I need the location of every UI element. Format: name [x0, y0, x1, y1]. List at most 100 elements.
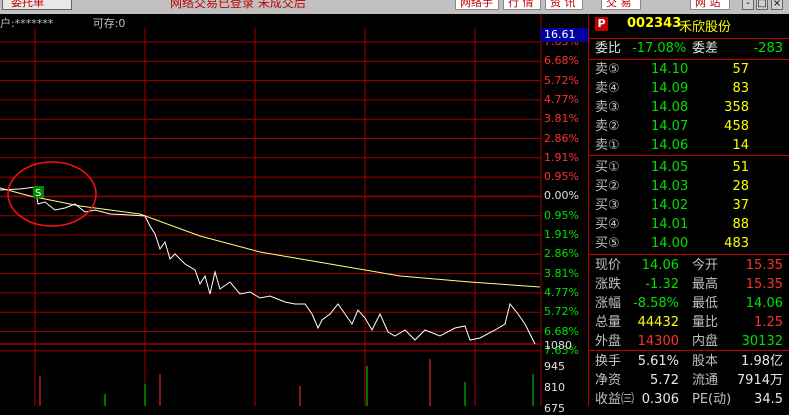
stat-label: 外盘: [595, 334, 622, 349]
percent-tick-label: 5.72%: [544, 73, 579, 87]
chart-canvas: S: [0, 14, 542, 406]
stat-label: 净资: [595, 373, 622, 388]
bid-price: 14.00: [651, 236, 689, 251]
ask-label: 卖②: [595, 119, 620, 134]
percent-tick-label: 6.68%: [544, 324, 579, 338]
account-label: 户:*******: [0, 17, 54, 30]
bid-label: 买②: [595, 179, 620, 194]
weibi-row: 委比 -17.08% 委差 -283: [589, 39, 789, 58]
stat-row: 总量 44432 量比 1.25: [589, 313, 789, 332]
bid-label: 买④: [595, 217, 620, 232]
stock-holding: 存:0: [103, 17, 126, 30]
volume-tick-label: 675: [544, 402, 565, 415]
ask-volume: 57: [732, 62, 749, 77]
stat-value: 30132: [741, 334, 783, 349]
stat-value: 14300: [637, 334, 679, 349]
stat-value: 15.35: [745, 258, 783, 273]
percent-tick-label: 4.77%: [544, 92, 579, 106]
login-status: 网络交易已登录 未成交后: [170, 0, 306, 10]
intraday-chart[interactable]: S 7.63%6.68%5.72%4.77%3.81%2.86%1.91%0.9…: [0, 14, 588, 415]
ask-price: 14.06: [651, 138, 689, 153]
divider: [589, 350, 789, 351]
stat-value: 7914万: [736, 373, 783, 388]
ask-label: 卖⑤: [595, 62, 620, 77]
bid-row: 买⑤ 14.00 483: [589, 234, 789, 253]
stat-label: 流通: [692, 373, 719, 388]
stat-label: 内盘: [692, 334, 719, 349]
stat-label: 最高: [692, 277, 719, 292]
stat-value: 14.06: [641, 258, 679, 273]
menu-network[interactable]: 网络手: [455, 0, 499, 10]
percent-tick-label: 2.86%: [544, 131, 579, 145]
stock-code[interactable]: 002343: [627, 16, 681, 31]
menu-trade[interactable]: 交 易: [601, 0, 641, 10]
divider: [589, 254, 789, 255]
bid-row: 买④ 14.01 88: [589, 215, 789, 234]
stat-label: 收益㈢: [595, 392, 635, 407]
menu-site[interactable]: 网 站: [690, 0, 730, 10]
ask-row: 卖② 14.07 458: [589, 117, 789, 136]
menu-quotes[interactable]: 行 情: [503, 0, 541, 10]
stat-row: 收益㈢ 0.306 PE(动) 34.5: [589, 390, 789, 409]
stat-label: 量比: [692, 315, 719, 330]
p-badge: P: [595, 17, 608, 31]
percent-tick-label: 4.77%: [544, 285, 579, 299]
bid-price: 14.03: [651, 179, 689, 194]
divider: [589, 155, 789, 156]
stat-value: 14.06: [745, 296, 783, 311]
bid-volume: 483: [724, 236, 749, 251]
stat-row: 现价 14.06 今开 15.35: [589, 256, 789, 275]
percent-tick-label: 6.68%: [544, 54, 579, 68]
stat-value: 1.98亿: [741, 354, 783, 369]
stat-label: 换手: [595, 354, 622, 369]
volume-tick-label: 945: [544, 360, 565, 373]
order-tab[interactable]: 委托单: [2, 0, 72, 10]
percent-tick-label: 3.81%: [544, 112, 579, 126]
bid-volume: 88: [732, 217, 749, 232]
close-button[interactable]: ×: [771, 0, 783, 10]
ask-label: 卖③: [595, 100, 620, 115]
stat-label: PE(动): [692, 392, 732, 407]
account-info: 户:******* 可存:0: [0, 15, 125, 31]
stat-row: 涨幅 -8.58% 最低 14.06: [589, 294, 789, 313]
current-price-label: 16.61: [541, 28, 588, 42]
price-line: [0, 186, 536, 345]
ask-price: 14.07: [651, 119, 689, 134]
bid-volume: 28: [732, 179, 749, 194]
ask-label: 卖①: [595, 138, 620, 153]
volume-tick-label: 810: [544, 381, 565, 394]
ask-volume: 458: [724, 119, 749, 134]
stat-value: 5.61%: [637, 354, 679, 369]
percent-tick-label: 0.00%: [544, 189, 579, 203]
account-prefix: 可: [92, 17, 104, 30]
stock-name[interactable]: 禾欣股份: [679, 16, 731, 35]
weibi-label: 委比: [595, 41, 622, 56]
stat-value: 5.72: [650, 373, 679, 388]
stat-label: 总量: [595, 315, 622, 330]
menu-news[interactable]: 资 讯: [545, 0, 583, 10]
bid-label: 买③: [595, 198, 620, 213]
stat-row: 涨跌 -1.32 最高 15.35: [589, 275, 789, 294]
bid-price: 14.02: [651, 198, 689, 213]
bid-volume: 37: [732, 198, 749, 213]
bid-price: 14.05: [651, 160, 689, 175]
stat-label: 股本: [692, 354, 719, 369]
maximize-button[interactable]: □: [756, 0, 768, 10]
quote-panel: P 002343 禾欣股份 委比 -17.08% 委差 -283 卖⑤ 14.10…: [588, 14, 789, 409]
percent-tick-label: 3.81%: [544, 266, 579, 280]
minimize-button[interactable]: -: [742, 0, 754, 10]
percent-tick-label: 5.72%: [544, 305, 579, 319]
volume-tick-label: 1080: [544, 339, 572, 352]
stat-value: -1.32: [645, 277, 679, 292]
percent-tick-label: 1.91%: [544, 228, 579, 241]
weicha-label: 委差: [692, 41, 719, 56]
stat-label: 最低: [692, 296, 719, 311]
ask-label: 卖④: [595, 81, 620, 96]
stat-value: 0.306: [641, 392, 679, 407]
stat-value: 44432: [637, 315, 679, 330]
bid-label: 买①: [595, 160, 620, 175]
ask-row: 卖⑤ 14.10 57: [589, 60, 789, 79]
bid-row: 买① 14.05 51: [589, 158, 789, 177]
stat-value: 15.35: [745, 277, 783, 292]
ask-volume: 358: [724, 100, 749, 115]
